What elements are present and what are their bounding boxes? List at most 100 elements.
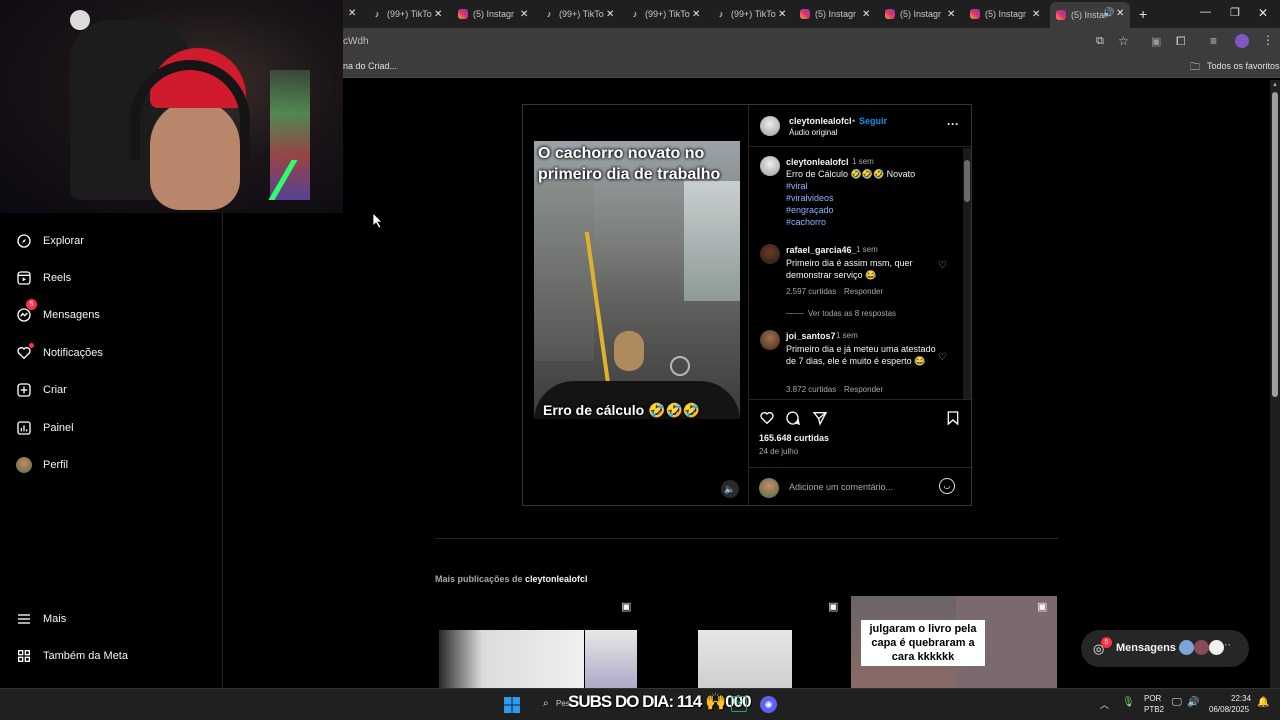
sidebar-item-criar[interactable]: Criar [16,378,67,402]
more-posts-user[interactable]: cleytonlealofcl [525,574,588,584]
tab-close-icon[interactable]: ✕ [692,9,700,20]
windows-start-icon[interactable] [504,697,520,713]
network-icon[interactable]: 🖵 [1172,697,1182,708]
floating-messages-button[interactable]: ◎ 5 Mensagens ·· [1081,630,1249,667]
browser-tab[interactable]: (5) Instagr ✕ [970,4,1048,24]
keyboard-layout[interactable]: PTB2 [1144,705,1164,714]
like-heart-icon[interactable] [759,410,775,426]
sidebar-item-reels[interactable]: Reels [16,266,71,290]
tab-close-icon[interactable]: ✕ [520,9,528,20]
clock-time[interactable]: 22:34 [1231,694,1251,703]
scroll-up-icon[interactable]: ▲ [1272,82,1278,88]
audio-label[interactable]: Áudio original [789,128,837,137]
play-icon[interactable] [670,356,690,376]
excel-app-icon[interactable]: ✕ [731,696,747,712]
url-text[interactable]: cWdh [343,36,369,47]
media-control-icon[interactable]: ≡ [1210,34,1217,48]
commenter-avatar[interactable] [760,244,780,264]
restore-icon[interactable]: ❐ [1230,6,1240,19]
sidebar-item-notificacoes[interactable]: Notificações [16,341,103,365]
tab-close-icon[interactable]: ✕ [1116,8,1124,19]
bookmark-item[interactable]: na do Criad... [343,61,397,71]
likes-count[interactable]: 165.648 curtidas [759,433,829,443]
speaker-icon[interactable]: 🔊 [1102,8,1114,19]
comment-username[interactable]: rafael_garcia46_ [786,245,857,255]
more-options-icon[interactable]: ··· [947,117,959,131]
page-scrollbar[interactable]: ▲ [1270,80,1280,688]
view-replies-button[interactable]: Ver todas as 8 respostas [808,309,896,318]
author-avatar[interactable] [760,116,780,136]
extension-icon[interactable]: ▣ [1151,35,1161,48]
microphone-icon[interactable]: 🎙 [1122,697,1135,708]
sidebar-item-perfil[interactable]: Perfil [16,453,68,477]
volume-icon[interactable]: 🔈 [721,480,739,498]
sidebar-item-mais[interactable]: Mais [16,607,66,631]
comment-input[interactable]: Adicione um comentário... [789,482,893,492]
comments-scrollbar[interactable] [963,148,971,399]
comments-list[interactable]: cleytonlealofcl 1 sem Erro de Cálculo 🤣🤣… [749,148,973,400]
comment-bubble-icon[interactable] [785,410,801,426]
browser-tab[interactable]: (5) Instagr ✕ [458,4,536,24]
tab-close-icon[interactable]: ✕ [778,9,786,20]
hashtag-link[interactable]: #viralvideos [786,193,834,203]
tab-close-icon[interactable]: ✕ [434,9,442,20]
hashtag-link[interactable]: #engraçado [786,205,834,215]
comment-likes[interactable]: 2.597 curtidas [786,287,836,296]
browser-tab[interactable]: ♪ (99+) TikTo ✕ [544,4,622,24]
emoji-icon[interactable]: ◡ [939,478,955,494]
scrollbar-thumb[interactable] [1272,92,1278,397]
notification-center-icon[interactable]: 🔔 [1257,697,1269,708]
video-area[interactable]: O cachorro novato no primeiro dia de tra… [523,105,748,505]
comment-username[interactable]: joi_santos7 [786,331,836,341]
browser-tab[interactable]: ♪ (99+) TikTo ✕ [630,4,708,24]
follow-button[interactable]: Seguir [859,116,887,126]
author-username[interactable]: cleytonlealofcl [789,116,852,126]
tab-close-icon[interactable]: ✕ [348,8,356,19]
share-paper-plane-icon[interactable] [812,410,828,426]
hashtag-link[interactable]: #viral [786,181,808,191]
keyboard-lang[interactable]: POR [1144,694,1161,703]
sidebar-item-painel[interactable]: Painel [16,416,74,440]
browser-tab[interactable]: (5) Instagr ✕ [885,4,963,24]
install-app-icon[interactable]: ⧉ [1096,35,1104,48]
commenter-avatar[interactable] [760,330,780,350]
window-close-icon[interactable]: ✕ [1258,6,1268,20]
sidebar-item-label: Reels [43,272,72,284]
puzzle-icon[interactable]: ⧠ [1176,34,1186,49]
menu-kebab-icon[interactable]: ⋮ [1262,33,1274,47]
browser-tab[interactable]: ♪ (99+) TikTo ✕ [716,4,794,24]
browser-tab-active[interactable]: (5) Insta 🔊 ✕ [1050,2,1130,28]
like-comment-heart-icon[interactable]: ♡ [938,260,947,271]
all-bookmarks-link[interactable]: Todos os favoritos [1207,61,1280,71]
clock-date[interactable]: 06/08/2025 [1209,705,1249,714]
bookmark-star-icon[interactable]: ☆ [1118,34,1129,48]
thumbnail-3[interactable]: julgaram o livro pela capa é quebraram a… [851,596,1057,688]
browser-tab[interactable]: ♪ (99+) TikTo ✕ [372,4,450,24]
reply-button[interactable]: Responder [844,287,883,296]
discord-app-icon[interactable]: ◉ [760,696,777,713]
tab-close-icon[interactable]: ✕ [947,9,955,20]
hashtag-link[interactable]: #cachorro [786,217,826,227]
tray-chevron-icon[interactable]: ︿ [1100,698,1109,711]
comment-likes[interactable]: 3.872 curtidas [786,385,836,394]
save-bookmark-icon[interactable] [946,410,960,426]
sidebar-item-mensagens[interactable]: Mensagens 5 [16,299,100,327]
tab-close-icon[interactable]: ✕ [1032,9,1040,20]
sidebar-item-meta[interactable]: Também da Meta [16,644,128,668]
thumbnail-1[interactable]: ▣ [437,596,643,688]
like-comment-heart-icon[interactable]: ♡ [938,352,947,363]
thumbnail-2[interactable]: ▣ [644,596,850,688]
browser-tab[interactable]: (5) Instagr ✕ [800,4,878,24]
taskbar-search-icon[interactable]: ⌕ [543,698,549,709]
tab-close-icon[interactable]: ✕ [606,9,614,20]
scrollbar-thumb[interactable] [964,160,970,202]
sidebar-item-explorar[interactable]: Explorar [16,229,84,253]
tab-close-icon[interactable]: ✕ [862,9,870,20]
volume-tray-icon[interactable]: 🔊 [1187,697,1199,708]
minimize-icon[interactable]: — [1200,6,1211,18]
reply-button[interactable]: Responder [844,385,883,394]
caption-avatar[interactable] [760,156,780,176]
profile-icon[interactable] [1235,34,1249,48]
caption-username[interactable]: cleytonlealofcl [786,157,849,167]
new-tab-plus-icon[interactable]: + [1139,6,1147,22]
